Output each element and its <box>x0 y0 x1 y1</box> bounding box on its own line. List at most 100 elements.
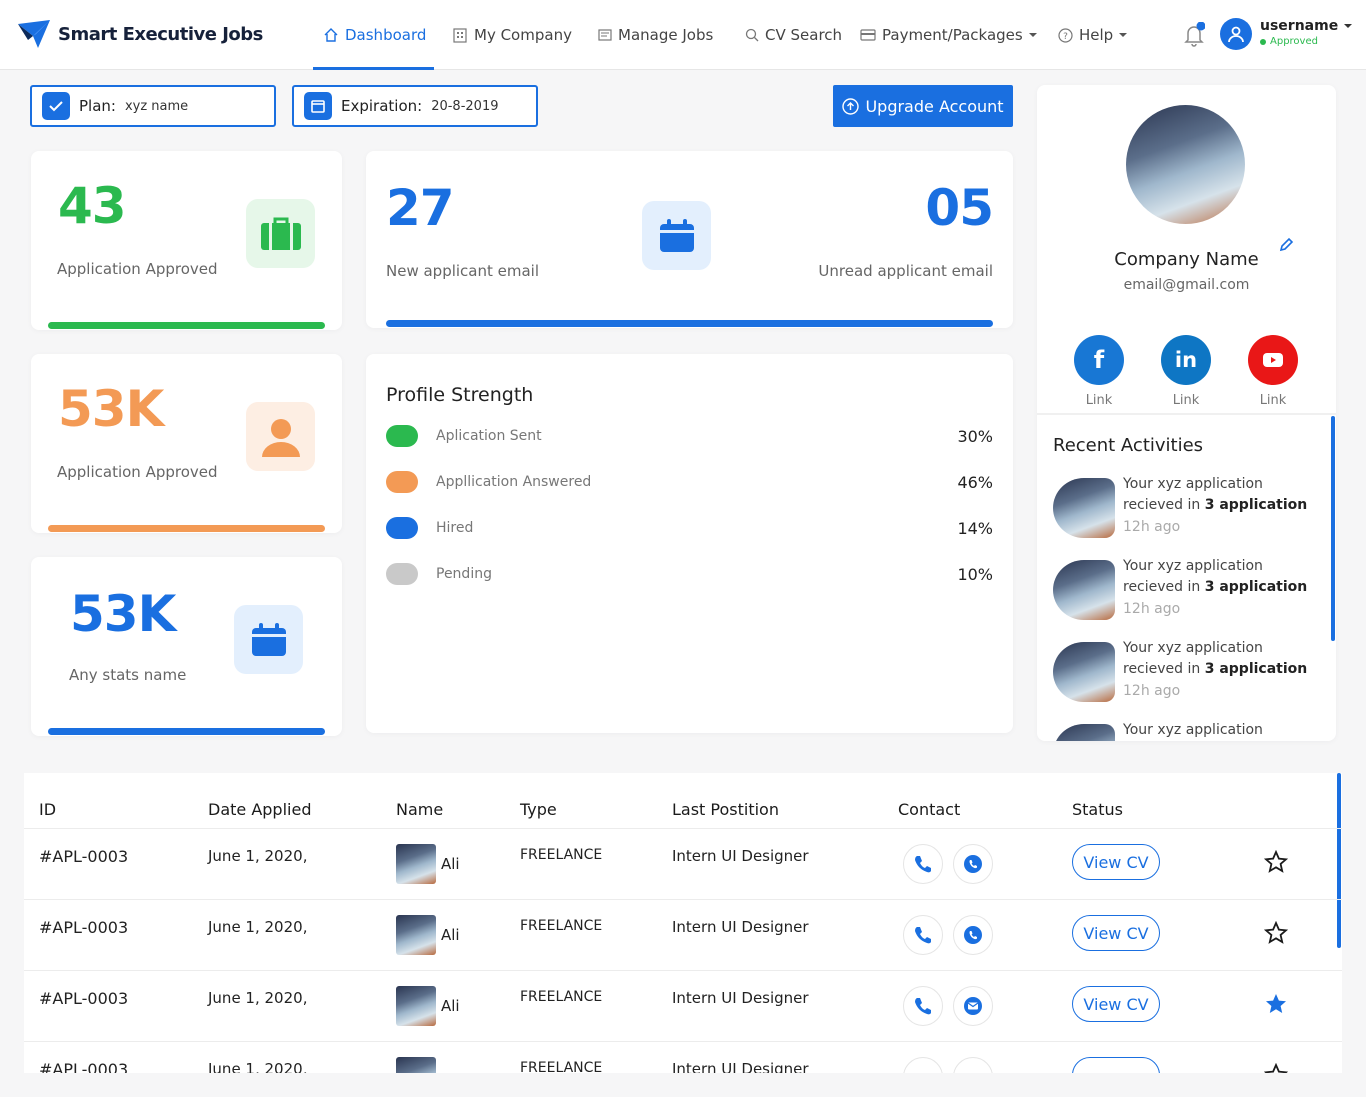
upgrade-account-button[interactable]: Upgrade Account <box>833 85 1013 127</box>
strength-value: 14% <box>957 518 993 538</box>
cell-position: Intern UI Designer <box>672 989 809 1007</box>
applicant-avatar <box>396 915 436 955</box>
stat-bar <box>48 728 325 735</box>
view-cv-button[interactable] <box>1072 1057 1160 1073</box>
nav-manage-jobs[interactable]: Manage Jobs <box>598 0 713 70</box>
stat-value: 53K <box>70 585 176 643</box>
strength-label: Appllication Answered <box>436 474 592 490</box>
caret-down-icon <box>1028 33 1037 37</box>
activity-text: Your xyz application <box>1123 722 1263 738</box>
phone-icon[interactable] <box>903 915 943 955</box>
applicant-avatar <box>396 986 436 1026</box>
star-outline-icon[interactable] <box>1263 1062 1289 1073</box>
expiration-label: Expiration: <box>341 97 423 115</box>
activity-time: 12h ago <box>1123 683 1181 699</box>
phone-icon[interactable] <box>903 844 943 884</box>
nav-payment-packages[interactable]: Payment/Packages <box>860 0 1037 70</box>
col-header-status[interactable]: Status <box>1072 800 1123 819</box>
phone-icon[interactable] <box>903 1057 943 1073</box>
stat-card-approved: 43 Application Approved <box>31 151 342 330</box>
divider <box>1037 413 1336 415</box>
company-avatar[interactable] <box>1126 105 1245 224</box>
cell-date: June 1, 2020, <box>208 1060 308 1073</box>
calendar-icon <box>304 92 332 120</box>
user-menu[interactable]: username <box>1260 18 1353 34</box>
linkedin-icon[interactable]: in <box>1161 335 1211 385</box>
new-email-label: New applicant email <box>386 262 540 280</box>
whatsapp-icon[interactable] <box>953 1057 993 1073</box>
edit-pencil-icon[interactable] <box>1278 237 1294 257</box>
activity-avatar <box>1053 724 1115 741</box>
nav-cv-search[interactable]: CV Search <box>745 0 842 70</box>
applicant-avatar <box>396 1057 436 1073</box>
youtube-link[interactable]: Link <box>1248 393 1298 408</box>
activity-avatar <box>1053 478 1115 538</box>
linkedin-link[interactable]: Link <box>1161 393 1211 408</box>
star-outline-icon[interactable] <box>1263 849 1289 878</box>
unread-email-value: 05 <box>925 179 994 237</box>
cell-position: Intern UI Designer <box>672 918 809 936</box>
stat-label: Application Approved <box>57 260 218 278</box>
whatsapp-icon[interactable] <box>953 915 993 955</box>
cell-date: June 1, 2020, <box>208 989 308 1007</box>
phone-icon[interactable] <box>903 986 943 1026</box>
profile-panel: Company Name email@gmail.com f Link in L… <box>1037 85 1336 741</box>
logo-icon[interactable] <box>16 18 52 54</box>
building-icon <box>453 28 467 43</box>
upgrade-account-label: Upgrade Account <box>865 96 1004 116</box>
youtube-icon[interactable] <box>1248 335 1298 385</box>
col-header-id[interactable]: ID <box>39 800 56 819</box>
user-status: Approved <box>1260 36 1318 47</box>
col-header-date[interactable]: Date Applied <box>208 800 311 819</box>
nav-dashboard-label: Dashboard <box>345 26 427 44</box>
help-icon: ? <box>1058 27 1073 43</box>
whatsapp-icon[interactable] <box>953 844 993 884</box>
notification-bell-icon[interactable] <box>1183 21 1206 52</box>
facebook-link[interactable]: Link <box>1074 393 1124 408</box>
activities-scrollbar[interactable] <box>1331 416 1335 641</box>
col-header-name[interactable]: Name <box>396 800 443 819</box>
view-cv-button[interactable]: View CV <box>1072 915 1160 951</box>
brand-name[interactable]: Smart Executive Jobs <box>58 24 263 45</box>
legend-pill <box>386 471 418 493</box>
plan-label: Plan: <box>79 97 116 115</box>
cell-id: #APL-0003 <box>39 847 129 866</box>
applicant-avatar <box>396 844 436 884</box>
legend-pill <box>386 563 418 585</box>
nav-my-company[interactable]: My Company <box>452 0 572 70</box>
caret-down-icon <box>1119 33 1128 37</box>
view-cv-button[interactable]: View CV <box>1072 986 1160 1022</box>
activity-text: Your xyz application recieved in 3 applic… <box>1123 640 1308 677</box>
cell-type: FREELANCE <box>520 989 603 1005</box>
col-header-type[interactable]: Type <box>520 800 557 819</box>
star-outline-icon[interactable] <box>1263 920 1289 949</box>
col-header-contact[interactable]: Contact <box>898 800 960 819</box>
strength-label: Aplication Sent <box>436 428 542 444</box>
strength-label: Hired <box>436 520 474 536</box>
table-scrollbar[interactable] <box>1337 773 1341 948</box>
user-avatar-icon[interactable] <box>1220 18 1252 50</box>
divider <box>24 899 1342 900</box>
email-icon[interactable] <box>953 986 993 1026</box>
star-filled-icon[interactable] <box>1264 992 1288 1020</box>
col-header-position[interactable]: Last Postition <box>672 800 779 819</box>
legend-pill <box>386 517 418 539</box>
cell-type: FREELANCE <box>520 847 603 863</box>
table-row: #APL-0003 June 1, 2020, FREELANCE Intern… <box>24 1042 1342 1073</box>
strength-row: Aplication Sent 30% <box>386 421 993 451</box>
view-cv-button[interactable]: View CV <box>1072 844 1160 880</box>
cell-id: #APL-0003 <box>39 918 129 937</box>
nav-help[interactable]: ? Help <box>1058 0 1128 70</box>
cell-date: June 1, 2020, <box>208 918 308 936</box>
facebook-icon[interactable]: f <box>1074 335 1124 385</box>
profile-strength-card: Profile Strength Aplication Sent 30% App… <box>366 354 1013 733</box>
username: username <box>1260 18 1339 34</box>
stat-value: 43 <box>58 177 127 235</box>
stat-label: Application Approved <box>57 463 218 481</box>
activity-time: 12h ago <box>1123 601 1181 617</box>
stat-value: 53K <box>58 380 164 438</box>
activity-text: Your xyz application recieved in 3 applic… <box>1123 558 1308 595</box>
nav-dashboard[interactable]: Dashboard <box>312 0 435 70</box>
divider <box>24 970 1342 971</box>
stat-label: Any stats name <box>69 666 187 684</box>
